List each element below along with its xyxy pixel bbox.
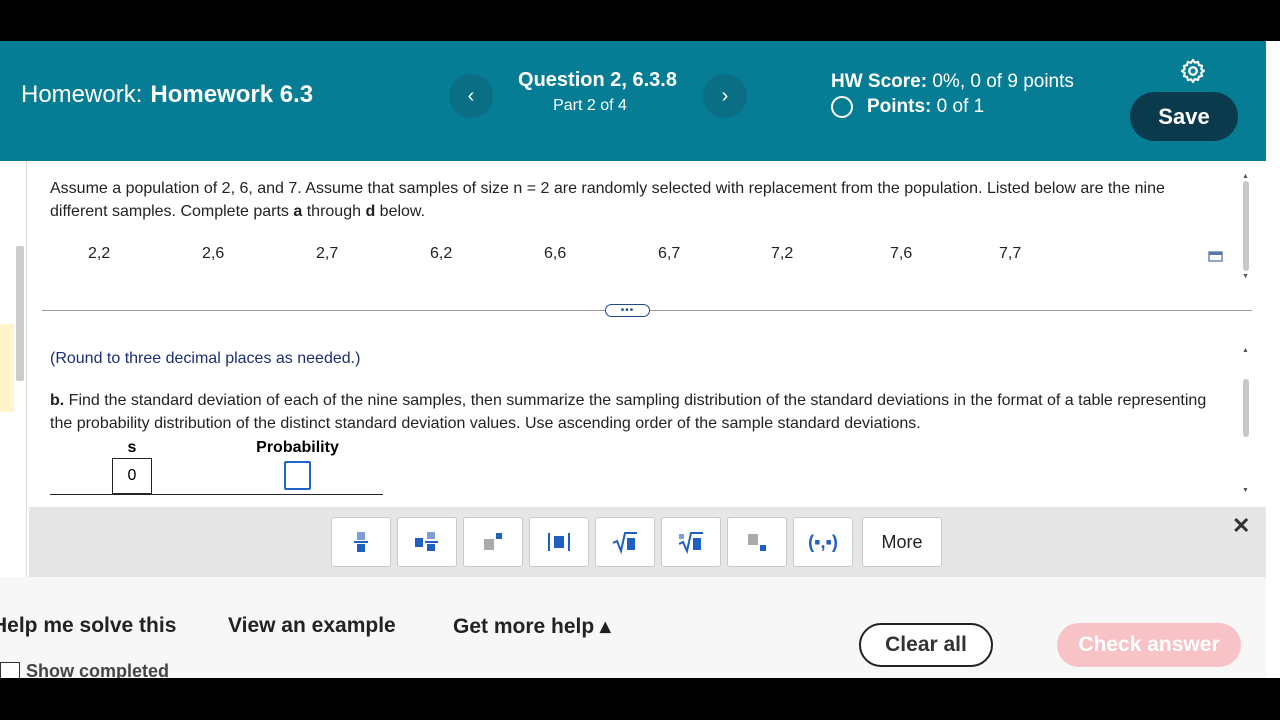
next-question-button[interactable]: › (703, 74, 747, 118)
black-bar-bottom (0, 678, 1280, 720)
s-value-input[interactable]: 0 (112, 458, 152, 494)
chevron-left-icon: ‹ (467, 84, 475, 107)
ordered-pair-tool-button[interactable]: (▪,▪) (793, 517, 853, 567)
hw-score-value: 0%, 0 of 9 points (932, 71, 1074, 92)
save-button[interactable]: Save (1130, 92, 1238, 141)
subscript-icon (748, 534, 766, 551)
square-root-icon (612, 532, 637, 554)
points-value: 0 of 1 (936, 96, 985, 117)
close-toolbar-icon[interactable]: ✕ (1232, 513, 1250, 539)
hw-score-label: HW Score: (831, 71, 928, 92)
question-text-through: through (302, 203, 366, 220)
part-b-label: b. (50, 392, 65, 409)
sample-item: 6,6 (544, 245, 567, 262)
part-b-text: b. Find the standard deviation of each o… (50, 389, 1230, 435)
previous-question-button[interactable]: ‹ (449, 74, 493, 118)
fraction-icon (354, 532, 368, 552)
question-content: Assume a population of 2, 6, and 7. Assu… (0, 161, 1266, 682)
homework-label: Homework: (21, 81, 143, 108)
square-root-tool-button[interactable] (595, 517, 655, 567)
gear-icon[interactable] (1179, 57, 1207, 85)
nth-root-tool-button[interactable] (661, 517, 721, 567)
points: Points: 0 of 1 (831, 96, 984, 118)
scroll-up-arrow-icon[interactable]: ▲ (1242, 347, 1249, 354)
question-title: Question 2, 6.3.8 (518, 69, 677, 91)
part-a-marker: a (293, 203, 303, 220)
expand-icon[interactable] (1208, 249, 1224, 263)
question-part: Part 2 of 4 (553, 97, 627, 114)
hw-score: HW Score: 0%, 0 of 9 points (831, 71, 1074, 93)
question-text-end: below. (375, 203, 426, 220)
fraction-tool-button[interactable] (331, 517, 391, 567)
scroll-down-arrow-icon[interactable]: ▼ (1242, 273, 1249, 280)
more-tools-button[interactable]: More (862, 517, 942, 567)
check-answer-button[interactable]: Check answer (1057, 623, 1241, 667)
help-me-solve-this-link[interactable]: Help me solve this (0, 614, 176, 638)
sample-item: 2,6 (202, 245, 225, 262)
nth-root-icon (678, 532, 703, 554)
black-bar-top (0, 0, 1280, 41)
mixed-number-tool-button[interactable] (397, 517, 457, 567)
subscript-tool-button[interactable] (727, 517, 787, 567)
ordered-pair-icon: (▪,▪) (808, 531, 838, 552)
exponent-icon (484, 533, 502, 550)
sample-item: 2,7 (316, 245, 339, 262)
sample-item: 2,2 (88, 245, 111, 262)
homework-header: Homework: Homework 6.3 ‹ Question 2, 6.3.… (0, 41, 1266, 161)
scroll-thumb[interactable] (1243, 379, 1249, 437)
left-highlight (0, 324, 14, 412)
sample-item: 6,2 (430, 245, 453, 262)
probability-input[interactable] (284, 461, 311, 490)
homework-title: Homework: Homework 6.3 (21, 81, 313, 109)
left-scrollbar[interactable] (16, 246, 24, 381)
column-header-s: s (127, 439, 137, 456)
answer-scrollbar[interactable]: ▲ ▼ (1242, 347, 1250, 497)
clear-all-button[interactable]: Clear all (859, 623, 993, 667)
mixed-number-icon (415, 532, 438, 551)
points-label: Points: (867, 96, 932, 117)
sample-item: 7,7 (999, 245, 1022, 262)
view-an-example-link[interactable]: View an example (228, 614, 396, 638)
exponent-tool-button[interactable] (463, 517, 523, 567)
resize-handle[interactable]: ••• (605, 304, 650, 317)
sample-item: 7,6 (890, 245, 913, 262)
sample-item: 6,7 (658, 245, 681, 262)
absolute-value-icon (548, 533, 570, 551)
question-scrollbar[interactable]: ▲ ▼ (1242, 173, 1250, 283)
table-divider (50, 494, 383, 495)
scroll-thumb[interactable] (1243, 181, 1249, 271)
math-toolbar: (▪,▪) More ✕ (29, 507, 1266, 577)
part-d-marker: d (365, 203, 376, 220)
sample-item: 7,2 (771, 245, 794, 262)
column-header-probability: Probability (256, 439, 339, 456)
question-text: Assume a population of 2, 6, and 7. Assu… (50, 177, 1225, 223)
round-note: (Round to three decimal places as needed… (50, 350, 361, 367)
page-scroll-strip (1266, 41, 1280, 678)
scroll-up-arrow-icon[interactable]: ▲ (1242, 173, 1249, 180)
get-more-help-link[interactable]: Get more help ▴ (453, 614, 611, 639)
chevron-right-icon: › (721, 84, 729, 107)
help-bar: Help me solve this View an example Get m… (0, 577, 1266, 682)
absolute-value-tool-button[interactable] (529, 517, 589, 567)
progress-circle-icon (831, 96, 853, 118)
scroll-down-arrow-icon[interactable]: ▼ (1242, 487, 1249, 494)
question-text-main: Assume a population of 2, 6, and 7. Assu… (50, 180, 1165, 220)
part-b-instructions: Find the standard deviation of each of t… (50, 392, 1207, 432)
homework-name[interactable]: Homework 6.3 (150, 81, 313, 108)
